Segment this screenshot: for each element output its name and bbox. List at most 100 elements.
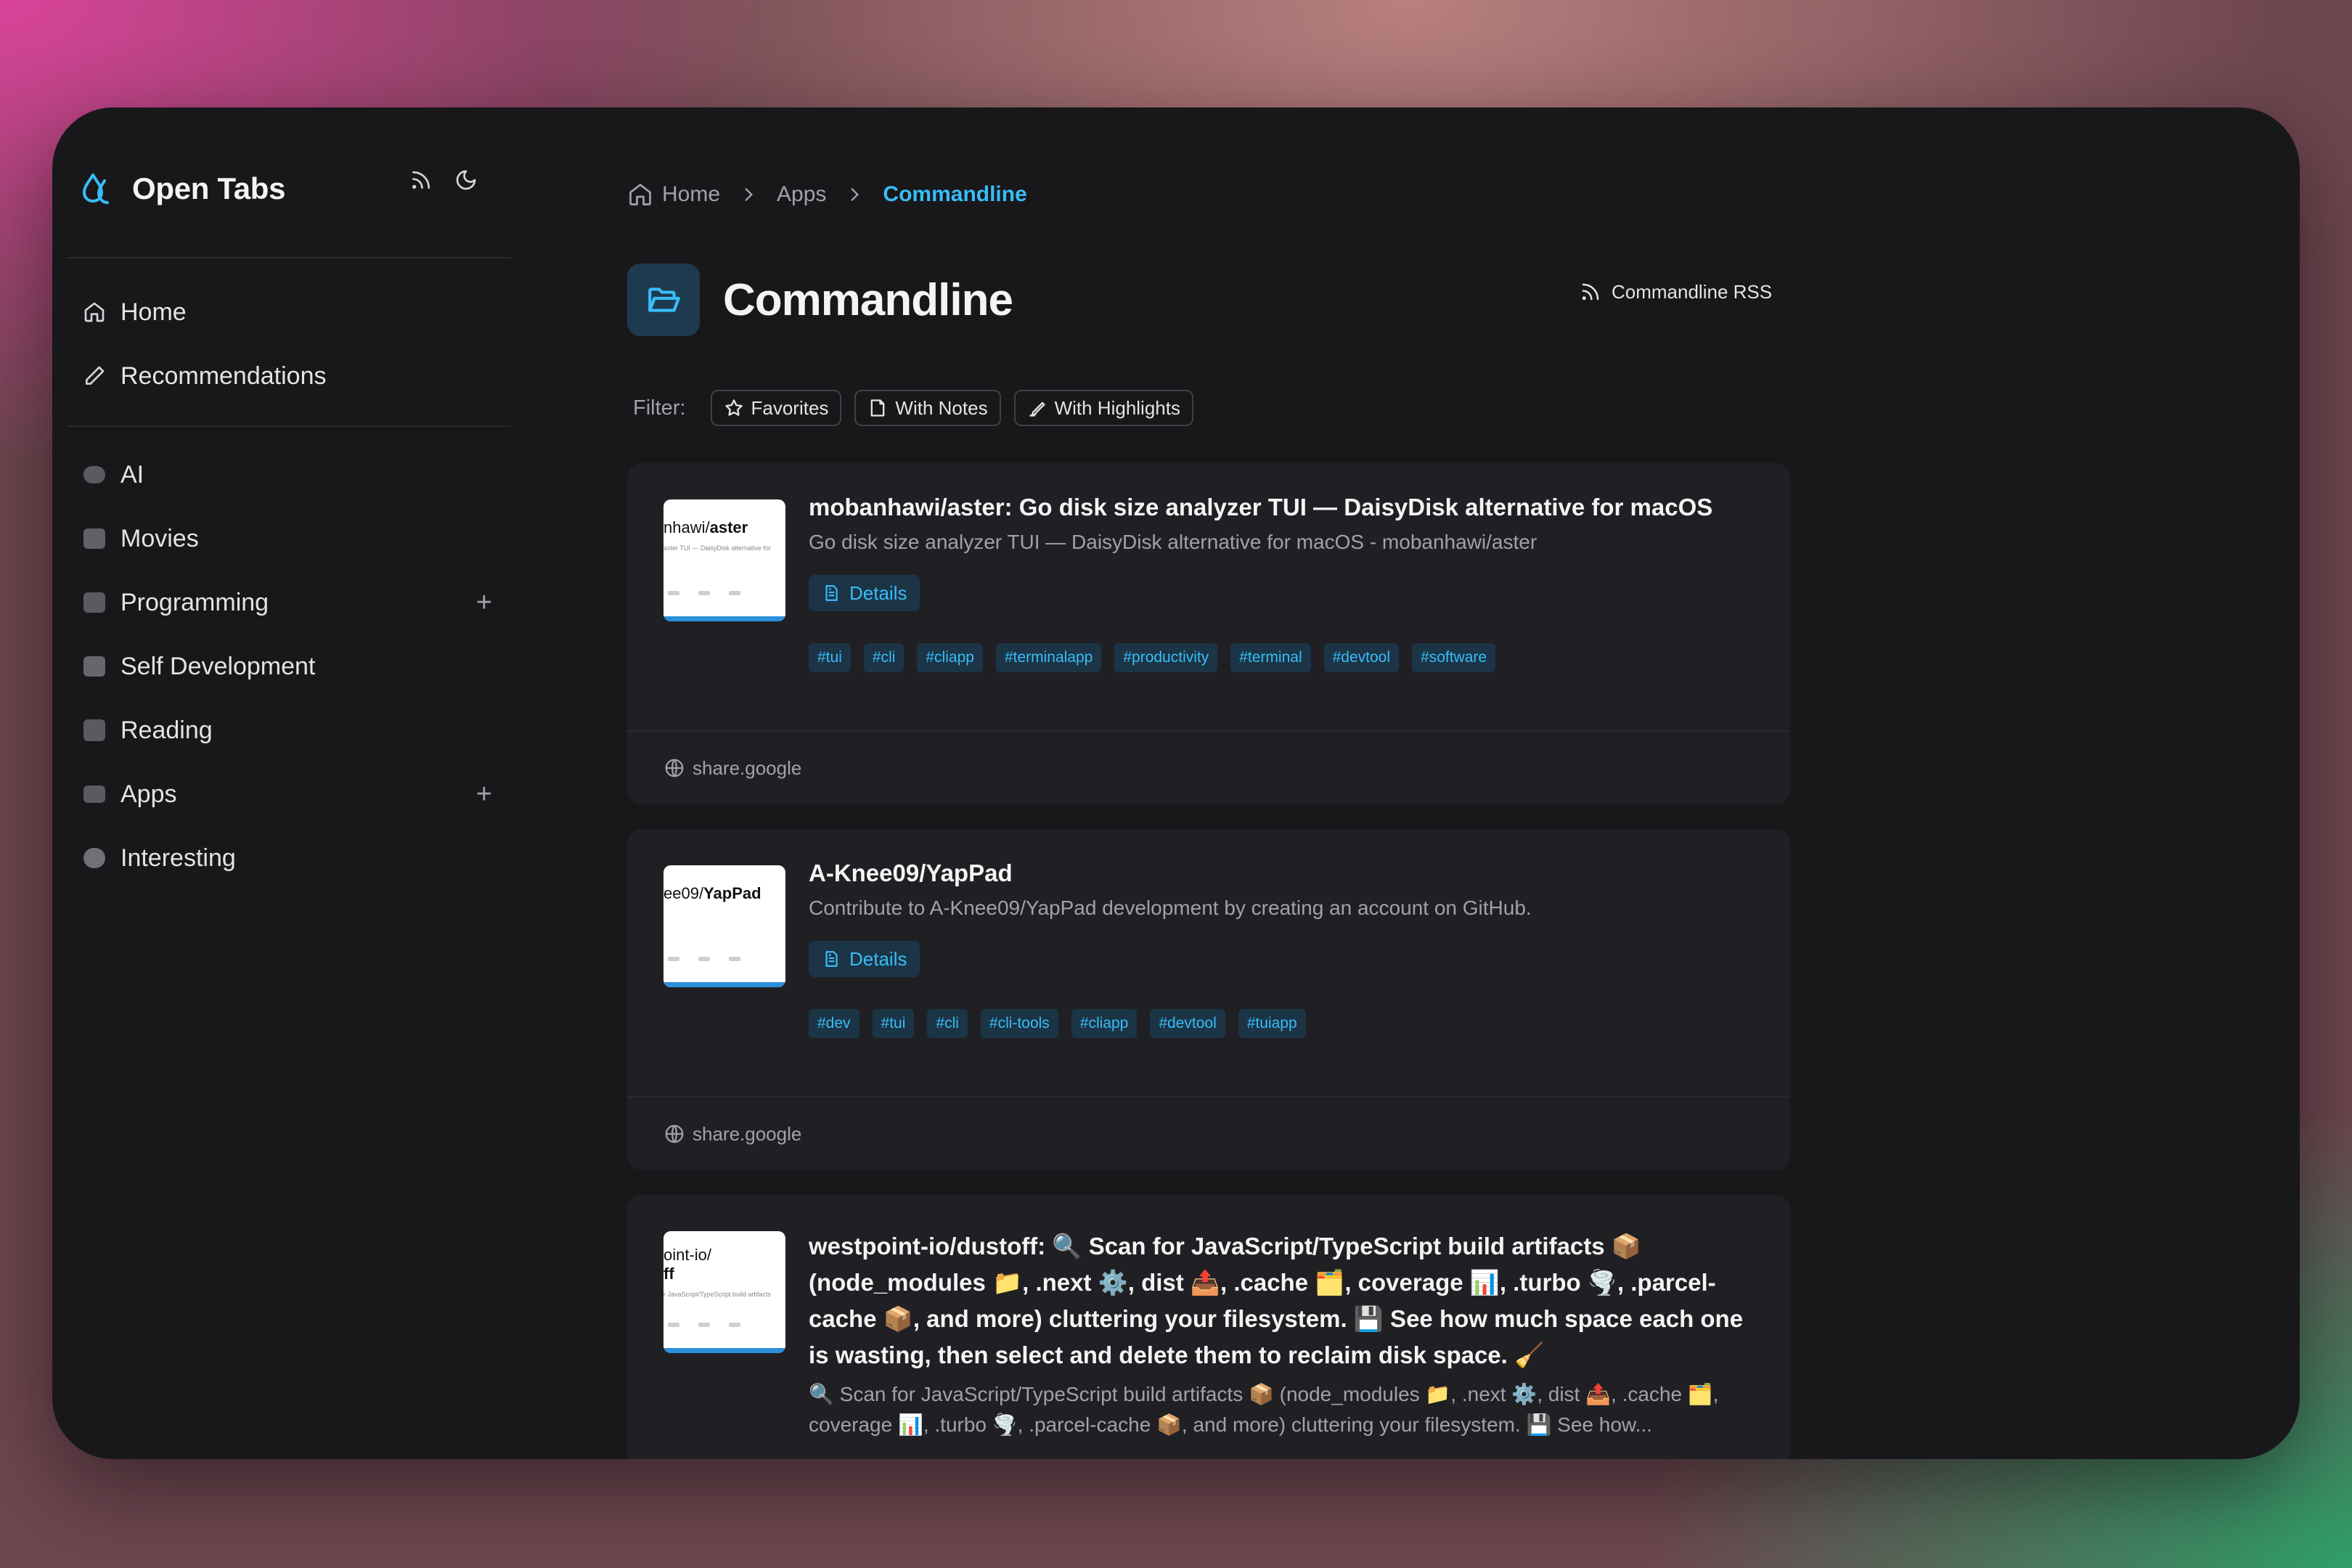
- add-subcategory-button[interactable]: +: [476, 587, 492, 618]
- details-button[interactable]: Details: [809, 941, 920, 977]
- card-title[interactable]: mobanhawi/aster: Go disk size analyzer T…: [809, 489, 1752, 526]
- thumbnail-bar: [663, 1348, 785, 1353]
- note-icon: [867, 398, 888, 418]
- filter-bar: Filter: Favorites With Notes With Highli…: [633, 388, 1206, 428]
- card-footer: share.google: [627, 730, 1790, 804]
- robot-emoji-icon: [81, 462, 107, 488]
- document-icon: [822, 584, 841, 603]
- sidebar-item-label: Recommendations: [121, 362, 327, 390]
- tag[interactable]: #dev: [809, 1009, 859, 1038]
- books-emoji-icon: [81, 717, 107, 743]
- breadcrumb: Home Apps Commandline: [627, 173, 1027, 216]
- rss-icon[interactable]: [407, 166, 436, 195]
- brand[interactable]: Open Tabs: [78, 160, 286, 218]
- tag[interactable]: #software: [1412, 643, 1496, 672]
- brain-emoji-icon: [81, 845, 107, 871]
- tag[interactable]: #cliapp: [1071, 1009, 1138, 1038]
- thumbnail-stats: [668, 957, 777, 970]
- sidebar-item-label: Movies: [121, 524, 199, 552]
- tag[interactable]: #devtool: [1323, 643, 1400, 672]
- home-icon: [629, 184, 651, 205]
- computer-emoji-icon: [81, 589, 107, 616]
- sidebar: Open Tabs Home Recommendations AI Movies…: [52, 107, 526, 1459]
- sidebar-divider: [67, 257, 511, 258]
- thumbnail-title-bold: YapPad: [703, 884, 761, 902]
- bookmark-card[interactable]: ee09/YapPad A-Knee09/YapPad Contribute t…: [627, 829, 1790, 1170]
- pen-icon: [81, 363, 107, 389]
- filter-with-highlights-button[interactable]: With Highlights: [1013, 390, 1193, 426]
- bookmark-card[interactable]: nhawi/aster aster TUI — DaisyDisk altern…: [627, 463, 1790, 804]
- filter-favorites-button[interactable]: Favorites: [710, 390, 842, 426]
- source-domain: share.google: [693, 1122, 802, 1145]
- source-link[interactable]: share.google: [663, 1098, 801, 1170]
- category-rss-link[interactable]: Commandline RSS: [1580, 271, 1772, 312]
- app-window: Open Tabs Home Recommendations AI Movies…: [52, 107, 2300, 1459]
- tag[interactable]: #cli: [863, 643, 905, 672]
- chevron-right-icon: [739, 185, 758, 204]
- source-domain: share.google: [693, 756, 802, 779]
- droplet-logo-icon: [83, 173, 109, 204]
- sidebar-item-label: Interesting: [121, 844, 236, 872]
- details-button[interactable]: Details: [809, 575, 920, 611]
- thumbnail-stats: [668, 591, 777, 604]
- tag[interactable]: #tui: [872, 1009, 915, 1038]
- sidebar-item-programming[interactable]: Programming +: [70, 576, 508, 629]
- thumbnail-image[interactable]: nhawi/aster aster TUI — DaisyDisk altern…: [663, 499, 785, 621]
- tag[interactable]: #productivity: [1114, 643, 1218, 672]
- sidebar-item-self-development[interactable]: Self Development: [70, 640, 508, 693]
- monitor-emoji-icon: [81, 781, 107, 807]
- thumbnail-image[interactable]: ee09/YapPad: [663, 865, 785, 987]
- rss-icon: [1580, 281, 1601, 303]
- tag[interactable]: #cli-tools: [980, 1009, 1058, 1038]
- thumbnail-line: aster TUI — DaisyDisk alternative for: [663, 544, 771, 552]
- source-link[interactable]: share.google: [663, 732, 801, 804]
- breadcrumb-home-label: Home: [662, 182, 721, 206]
- breadcrumb-current: Commandline: [883, 182, 1027, 206]
- thumbnail-title: oint-io/ff: [663, 1246, 711, 1283]
- sidebar-actions: [407, 166, 481, 195]
- document-icon: [822, 950, 841, 968]
- card-title[interactable]: A-Knee09/YapPad: [809, 855, 1752, 891]
- card-title[interactable]: westpoint-io/dustoff: 🔍 Scan for JavaScr…: [809, 1228, 1752, 1373]
- thumbnail-title-prefix: nhawi/: [663, 518, 710, 536]
- tag[interactable]: #terminal: [1230, 643, 1311, 672]
- thumbnail-title-prefix: ee09/: [663, 884, 704, 902]
- rss-link-label: Commandline RSS: [1612, 280, 1773, 303]
- tag-list: #dev #tui #cli #cli-tools #cliapp #devto…: [809, 1009, 1306, 1038]
- globe-icon: [663, 1123, 685, 1145]
- tag[interactable]: #cli: [927, 1009, 968, 1038]
- sidebar-item-label: AI: [121, 460, 144, 489]
- sidebar-item-ai[interactable]: AI: [70, 449, 508, 501]
- star-icon: [724, 398, 744, 418]
- thumbnail-title-bold: aster: [709, 518, 748, 536]
- details-label: Details: [849, 581, 907, 604]
- globe-icon: [663, 757, 685, 779]
- moon-icon[interactable]: [452, 166, 481, 195]
- thumbnail-title-bold: ff: [663, 1265, 674, 1283]
- filter-with-notes-button[interactable]: With Notes: [854, 390, 1001, 426]
- chip-label: With Highlights: [1054, 396, 1180, 419]
- sidebar-item-apps[interactable]: Apps +: [70, 768, 508, 820]
- sidebar-item-home[interactable]: Home: [70, 286, 508, 338]
- thumbnail-image[interactable]: oint-io/ff r JavaScript/TypeScript build…: [663, 1231, 785, 1353]
- sidebar-item-reading[interactable]: Reading: [70, 704, 508, 756]
- breadcrumb-home[interactable]: Home: [627, 181, 720, 208]
- tag[interactable]: #cliapp: [917, 643, 983, 672]
- tag[interactable]: #tuiapp: [1238, 1009, 1306, 1038]
- filter-label: Filter:: [633, 396, 686, 420]
- tag-list: #tui #cli #cliapp #terminalapp #producti…: [809, 643, 1496, 672]
- sidebar-item-label: Programming: [121, 588, 269, 616]
- thumbnail-bar: [663, 616, 785, 621]
- breadcrumb-apps[interactable]: Apps: [777, 182, 826, 207]
- page-title: Commandline: [723, 274, 1013, 325]
- page-header: Commandline: [627, 263, 1013, 337]
- details-label: Details: [849, 947, 907, 970]
- bookmark-card[interactable]: oint-io/ff r JavaScript/TypeScript build…: [627, 1195, 1790, 1459]
- sidebar-item-recommendations[interactable]: Recommendations: [70, 350, 508, 402]
- add-subcategory-button[interactable]: +: [476, 779, 492, 810]
- sidebar-item-interesting[interactable]: Interesting: [70, 832, 508, 884]
- sidebar-item-movies[interactable]: Movies: [70, 513, 508, 565]
- tag[interactable]: #terminalapp: [995, 643, 1102, 672]
- tag[interactable]: #devtool: [1150, 1009, 1225, 1038]
- tag[interactable]: #tui: [809, 643, 851, 672]
